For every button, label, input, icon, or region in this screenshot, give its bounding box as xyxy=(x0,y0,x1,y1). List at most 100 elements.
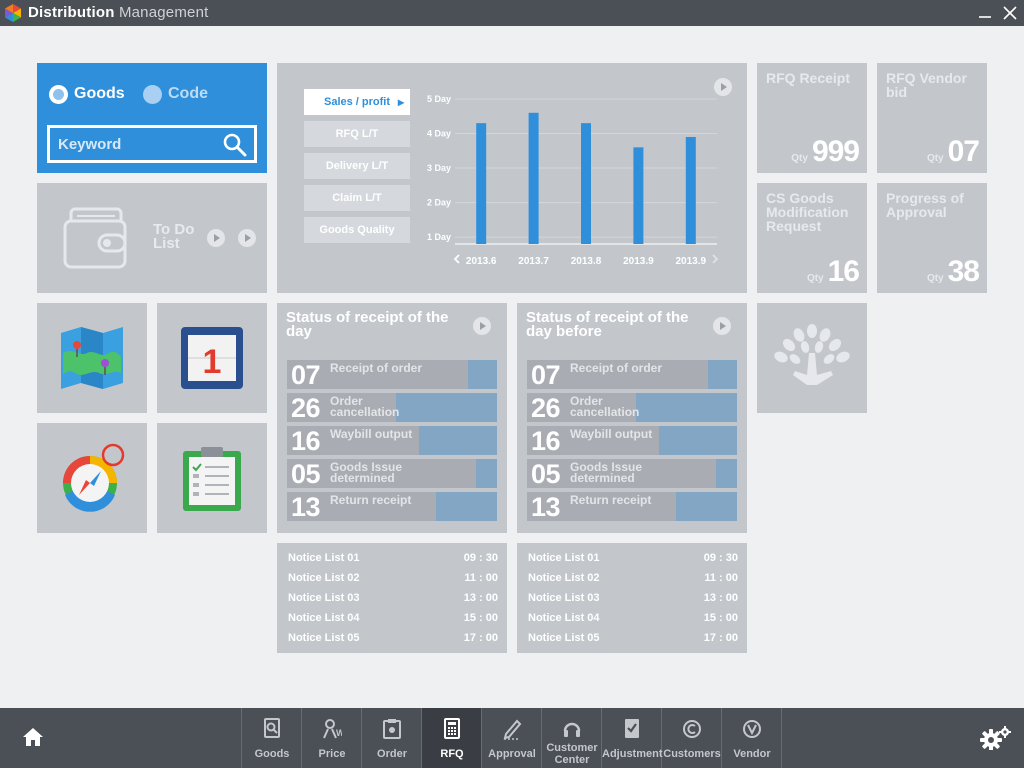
keyword-input[interactable] xyxy=(58,133,218,155)
clipboard-icon xyxy=(183,447,241,511)
nav-item-goods[interactable]: Goods xyxy=(242,708,302,768)
notice-item[interactable]: Notice List 01 09 : 30 xyxy=(288,552,498,572)
notice-name[interactable]: Notice List 03 xyxy=(528,592,600,604)
nav-item-order[interactable]: Order xyxy=(362,708,422,768)
notice-name[interactable]: Notice List 05 xyxy=(528,632,600,644)
status-today-arrow-icon[interactable] xyxy=(473,317,491,335)
status-count: 05 xyxy=(291,459,321,489)
bottom-nav-bar: Goods W Price Order RFQ Approval Customer Cent… xyxy=(0,708,1024,768)
notice-item[interactable]: Notice List 05 17 : 00 xyxy=(528,632,738,652)
chart-x-tick-label: 2013.8 xyxy=(571,256,602,267)
notice-name[interactable]: Notice List 01 xyxy=(528,552,600,564)
status-progress-bar xyxy=(707,360,737,389)
chart-next-arrow-icon[interactable] xyxy=(714,78,732,96)
chart-next-chevron-icon[interactable] xyxy=(712,254,719,264)
status-label: Waybill output xyxy=(570,427,653,441)
calendar-icon: 1 xyxy=(181,327,243,389)
tab-goods-quality[interactable]: Goods Quality xyxy=(304,217,410,243)
radio-code[interactable]: Code xyxy=(143,83,208,105)
status-row[interactable]: 13 Return receipt xyxy=(527,492,737,521)
notice-item[interactable]: Notice List 04 15 : 00 xyxy=(288,612,498,632)
notice-time: 09 : 30 xyxy=(463,552,498,564)
notice-name[interactable]: Notice List 02 xyxy=(288,572,360,584)
rfq-receipt-tile[interactable]: RFQ Receipt Qty 999 xyxy=(757,63,867,173)
tree-tile[interactable] xyxy=(757,303,867,413)
close-icon[interactable] xyxy=(1001,4,1019,22)
check-doc-icon xyxy=(625,719,639,738)
tab-sales-profit[interactable]: Sales / profit xyxy=(304,89,410,115)
nav-item-label: Customers xyxy=(663,748,721,760)
notice-name[interactable]: Notice List 05 xyxy=(288,632,360,644)
map-tile[interactable] xyxy=(37,303,147,413)
nav-item-approval[interactable]: Approval xyxy=(482,708,542,768)
notice-item[interactable]: Notice List 02 11 : 00 xyxy=(528,572,738,592)
calculator-icon xyxy=(444,718,460,739)
progress-of-approval-tile[interactable]: Progress of Approval Qty 38 xyxy=(877,183,987,293)
notice-name[interactable]: Notice List 04 xyxy=(288,612,360,624)
tab-claim-lt[interactable]: Claim L/T xyxy=(304,185,410,211)
status-before-arrow-icon[interactable] xyxy=(713,317,731,335)
status-count: 07 xyxy=(531,360,561,390)
stat-value: 38 xyxy=(947,255,980,288)
nav-item-customer-center[interactable]: Customer Center xyxy=(542,708,602,768)
todo-open-arrow-icon[interactable] xyxy=(207,229,225,247)
radio-selected-icon xyxy=(49,84,68,104)
status-row[interactable]: 05 Goods Issue determined xyxy=(527,459,737,488)
settings-gear-icon[interactable] xyxy=(978,726,1012,750)
cs-goods-modification-tile[interactable]: CS Goods Modification Request Qty 16 xyxy=(757,183,867,293)
status-row[interactable]: 26 Order cancellation xyxy=(527,393,737,422)
status-row[interactable]: 07 Receipt of order xyxy=(287,360,497,389)
notice-name[interactable]: Notice List 04 xyxy=(528,612,600,624)
tab-rfq-lt[interactable]: RFQ L/T xyxy=(304,121,410,147)
status-row[interactable]: 05 Goods Issue determined xyxy=(287,459,497,488)
todo-list-label: To Do List xyxy=(153,221,195,252)
stat-value: 999 xyxy=(811,135,860,168)
notice-item[interactable]: Notice List 03 13 : 00 xyxy=(288,592,498,612)
notice-name[interactable]: Notice List 01 xyxy=(288,552,360,564)
tab-delivery-lt[interactable]: Delivery L/T xyxy=(304,153,410,179)
rfq-vendor-bid-tile[interactable]: RFQ Vendor bid Qty 07 xyxy=(877,63,987,173)
nav-item-adjustment[interactable]: Adjustment xyxy=(602,708,663,768)
status-row[interactable]: 13 Return receipt xyxy=(287,492,497,521)
nav-item-price[interactable]: W Price xyxy=(302,708,362,768)
todo-next-arrow-icon[interactable] xyxy=(238,229,256,247)
stat-title: CS Goods Modification Request xyxy=(766,190,849,234)
notice-item[interactable]: Notice List 02 11 : 00 xyxy=(288,572,498,592)
nav-item-customers[interactable]: Customers xyxy=(662,708,722,768)
chart-bar xyxy=(685,136,696,244)
chart-x-tick-label: 2013.9 xyxy=(676,256,707,267)
radio-goods[interactable]: Goods xyxy=(49,83,125,105)
todo-list-tile[interactable]: To Do List xyxy=(37,183,267,293)
v-circle-icon xyxy=(743,720,761,738)
notice-name[interactable]: Notice List 02 xyxy=(528,572,600,584)
notice-name[interactable]: Notice List 03 xyxy=(288,592,360,604)
tree-hand-icon xyxy=(774,324,850,385)
qty-label: Qty xyxy=(791,153,808,164)
status-row[interactable]: 16 Waybill output xyxy=(527,426,737,455)
search-box xyxy=(47,125,257,163)
clipboard-tile[interactable] xyxy=(157,423,267,533)
status-row[interactable]: 26 Order cancellation xyxy=(287,393,497,422)
nav-item-rfq[interactable]: RFQ xyxy=(422,708,482,768)
notice-list-today: Notice List 01 09 : 30 Notice List 02 11 : … xyxy=(277,543,507,653)
stat-title: RFQ Vendor bid xyxy=(886,70,967,100)
home-icon[interactable] xyxy=(22,726,44,748)
search-panel: Goods Code xyxy=(37,63,267,173)
calendar-tile[interactable]: 1 xyxy=(157,303,267,413)
notice-item[interactable]: Notice List 01 09 : 30 xyxy=(528,552,738,572)
notice-item[interactable]: Notice List 05 17 : 00 xyxy=(288,632,498,652)
status-receipt-today: Status of receipt of the day 07 Receipt o… xyxy=(277,303,507,533)
chart-prev-chevron-icon[interactable] xyxy=(453,254,460,264)
nav-item-vendor[interactable]: Vendor xyxy=(722,708,782,768)
status-receipt-day-before: Status of receipt of the day before 07 Re… xyxy=(517,303,747,533)
status-row[interactable]: 16 Waybill output xyxy=(287,426,497,455)
notice-item[interactable]: Notice List 04 15 : 00 xyxy=(528,612,738,632)
notice-item[interactable]: Notice List 03 13 : 00 xyxy=(528,592,738,612)
qty-label: Qty xyxy=(806,273,824,284)
app-title-sub: Management xyxy=(118,4,209,21)
notice-time: 15 : 00 xyxy=(703,612,738,624)
status-row[interactable]: 07 Receipt of order xyxy=(527,360,737,389)
minimize-icon[interactable] xyxy=(976,4,994,22)
search-icon[interactable] xyxy=(222,132,248,158)
compass-tile[interactable] xyxy=(37,423,147,533)
